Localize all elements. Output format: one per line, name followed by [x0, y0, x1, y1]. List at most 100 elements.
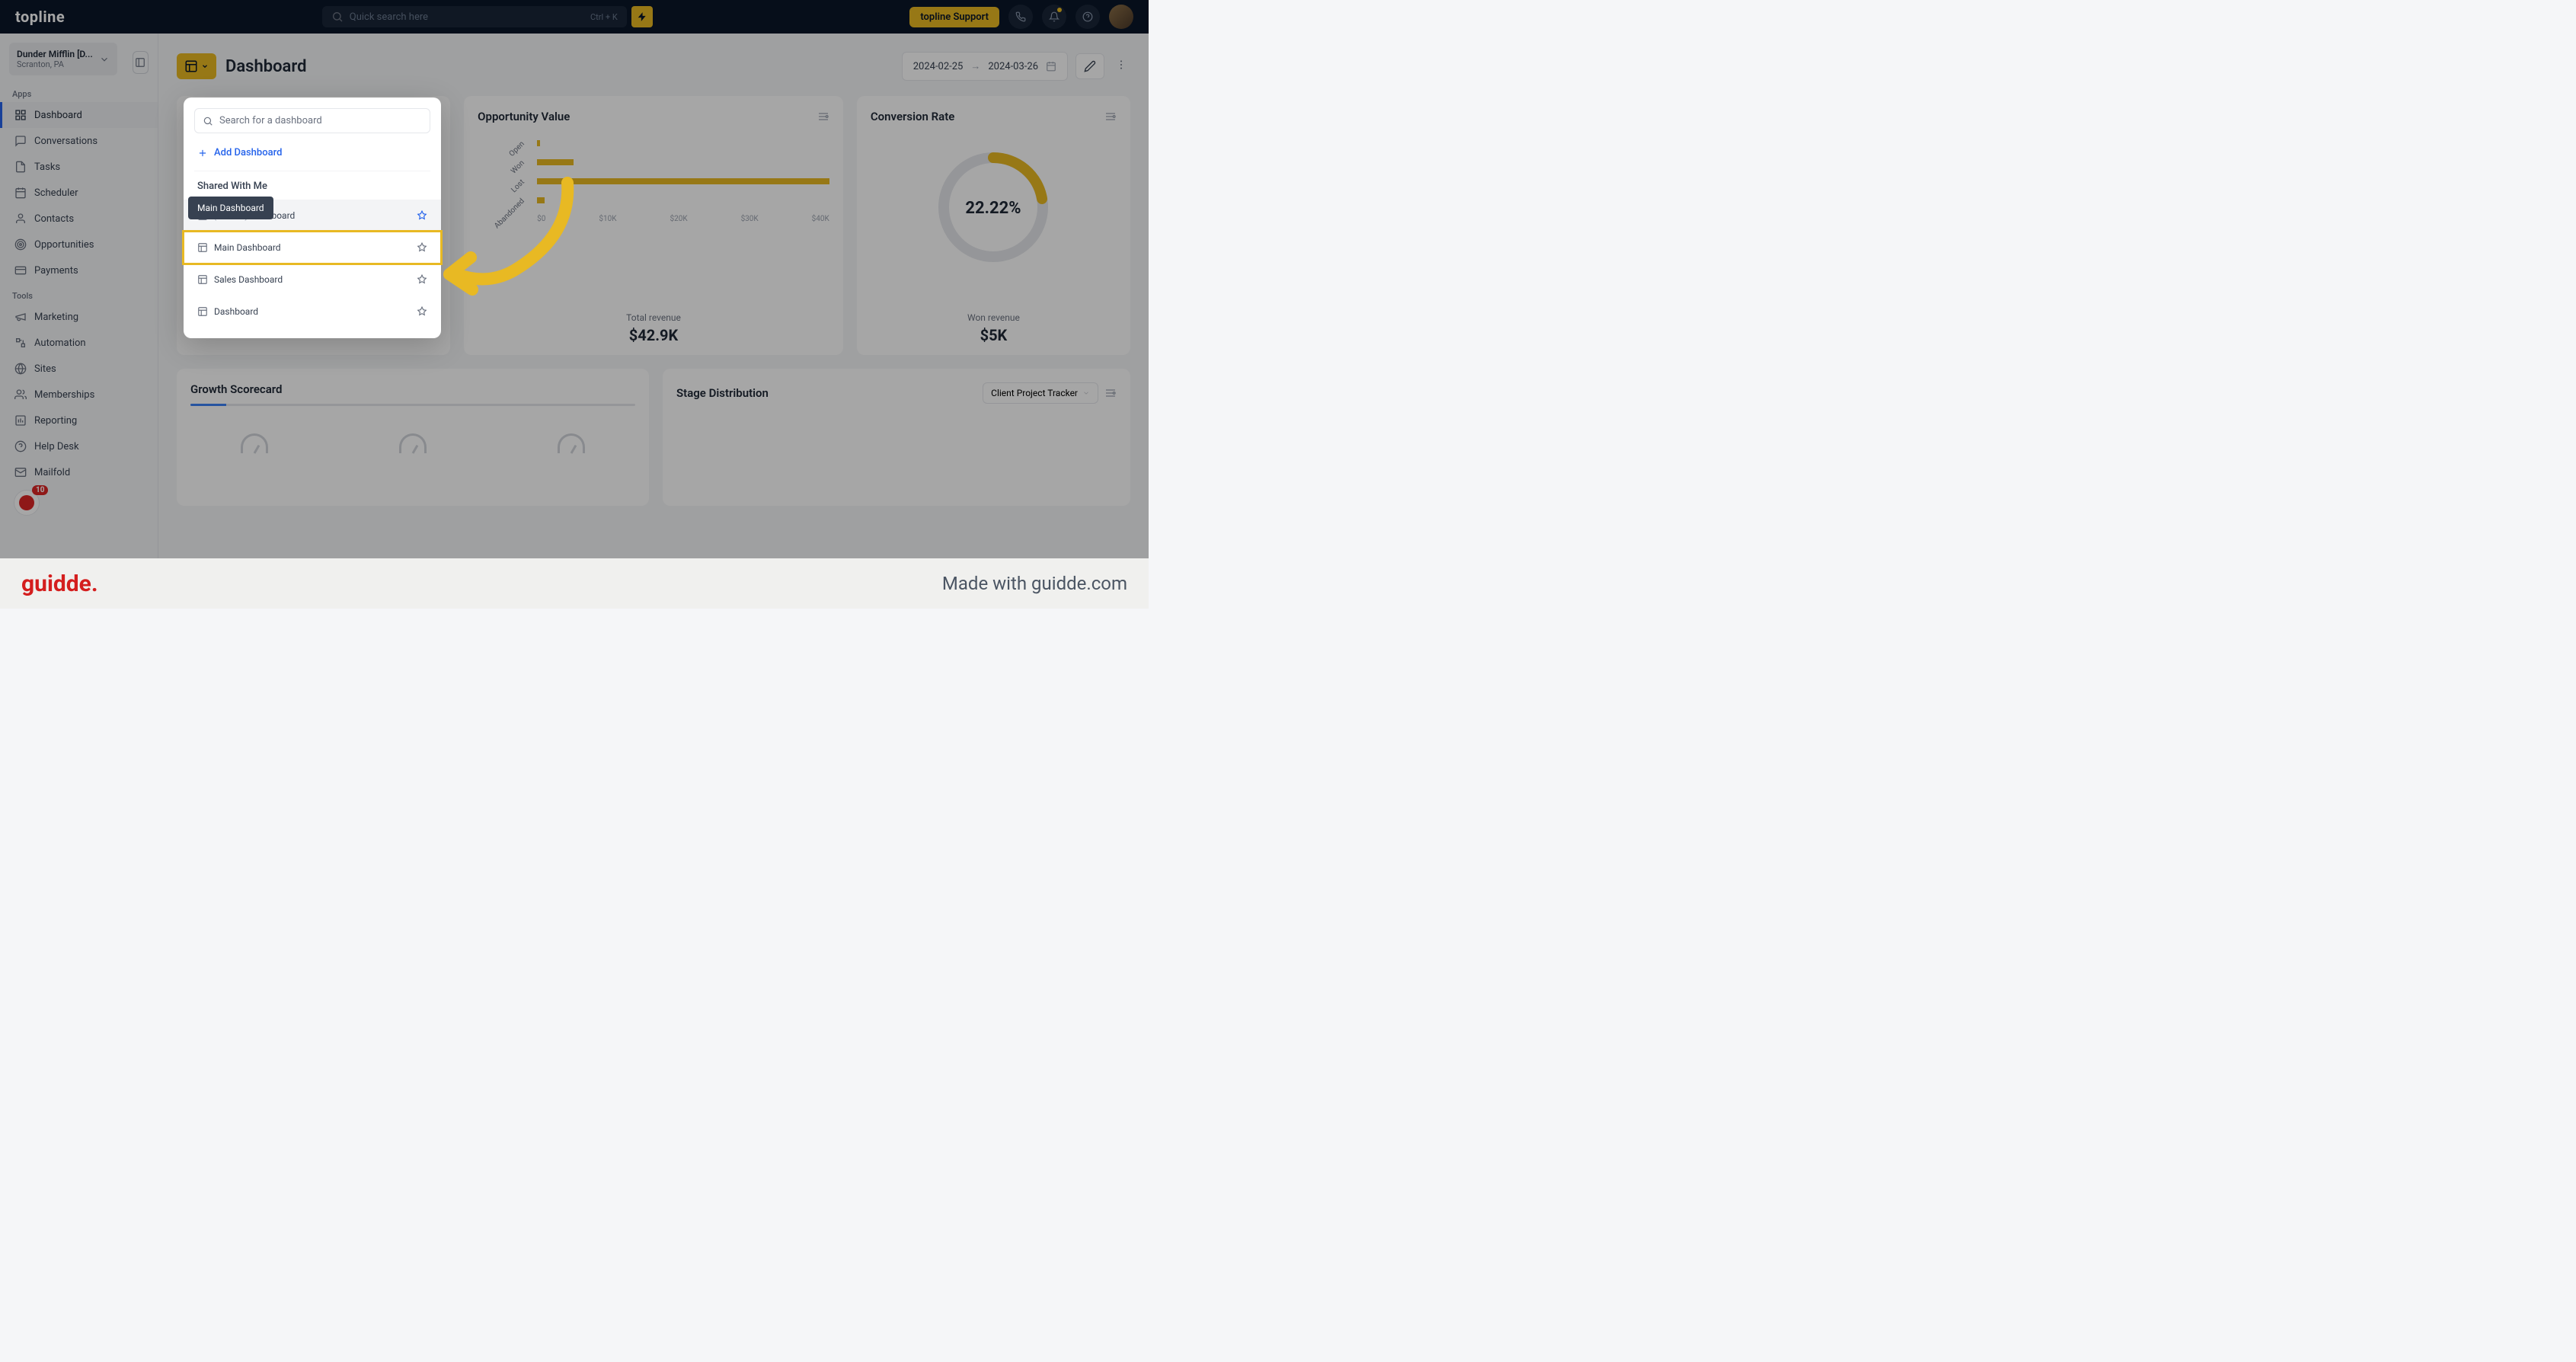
date-range-picker[interactable]: 2024-02-25 → 2024-03-26 — [902, 52, 1068, 81]
global-search[interactable]: Quick search here Ctrl + K — [322, 6, 627, 27]
phone-button[interactable] — [1008, 5, 1033, 29]
add-dashboard-button[interactable]: Add Dashboard — [184, 141, 441, 165]
org-switcher[interactable]: Dunder Mifflin [D... Scranton, PA — [9, 43, 117, 75]
date-from: 2024-02-25 — [913, 61, 964, 72]
axis-tick: $40K — [812, 215, 829, 223]
settings-icon[interactable] — [1104, 387, 1117, 399]
header-right: 2024-02-25 → 2024-03-26 — [902, 52, 1130, 81]
pin-icon[interactable] — [417, 242, 427, 253]
dropdown-item-3[interactable]: Dashboard — [184, 296, 441, 328]
dropdown-search[interactable]: Search for a dashboard — [194, 108, 430, 133]
topbar: topline Quick search here Ctrl + K topli… — [0, 0, 1149, 34]
metric-value: $5K — [857, 326, 1130, 344]
nav-dashboard[interactable]: Dashboard — [0, 102, 158, 128]
gauge-placeholder — [558, 433, 585, 453]
help-button[interactable] — [1075, 5, 1100, 29]
user-avatar[interactable] — [1109, 5, 1133, 29]
nav-automation[interactable]: Automation — [0, 330, 158, 356]
nav-tasks[interactable]: Tasks — [0, 154, 158, 180]
pencil-icon — [1084, 60, 1096, 72]
main-header: Dashboard 2024-02-25 → 2024-03-26 — [177, 52, 1130, 81]
settings-icon[interactable] — [1104, 110, 1117, 123]
layout-icon — [184, 59, 198, 73]
chat-badge: 10 — [32, 485, 48, 495]
bar-row: Open — [478, 139, 829, 147]
chevron-down-icon — [1082, 389, 1090, 397]
topbar-center: Quick search here Ctrl + K — [77, 6, 897, 27]
card-head: Opportunity Value — [478, 110, 829, 123]
dropdown-item-0[interactable]: (Default) DashboardMain Dashboard — [184, 200, 441, 232]
nav-sites[interactable]: Sites — [0, 356, 158, 382]
nav-scheduler[interactable]: Scheduler — [0, 180, 158, 206]
edit-button[interactable] — [1075, 53, 1104, 79]
calendar-icon — [14, 187, 27, 199]
conversion-card: Conversion Rate 22.22% Won revenue $5K — [857, 96, 1130, 355]
support-button[interactable]: topline Support — [909, 7, 999, 27]
doc-icon — [14, 161, 27, 173]
nav-label: Scheduler — [34, 187, 78, 199]
search-icon — [203, 116, 213, 126]
tracker-select[interactable]: Client Project Tracker — [983, 382, 1098, 404]
more-button[interactable] — [1112, 54, 1130, 78]
nav-payments[interactable]: Payments — [0, 257, 158, 283]
dropdown-item-2[interactable]: Sales Dashboard — [184, 264, 441, 296]
opportunity-chart: OpenWonLostAbandoned$0$10K$20K$30K$40K — [478, 139, 829, 223]
card-icon — [14, 264, 27, 277]
dropdown-search-placeholder: Search for a dashboard — [219, 115, 322, 126]
cards-row-2: Growth Scorecard Stage Distribution Clie… — [177, 369, 1130, 506]
bar-track — [537, 159, 829, 165]
chevron-down-icon — [201, 62, 209, 70]
report-icon — [14, 414, 27, 427]
progress-fill — [190, 404, 226, 406]
grid-icon — [14, 109, 27, 121]
page-title: Dashboard — [225, 57, 306, 76]
dd-label: Sales Dashboard — [214, 274, 283, 285]
nav-marketing[interactable]: Marketing — [0, 304, 158, 330]
app-shell: topline Quick search here Ctrl + K topli… — [0, 0, 1149, 609]
progress-bar — [190, 404, 635, 406]
nav-contacts[interactable]: Contacts — [0, 206, 158, 232]
nav-reporting[interactable]: Reporting — [0, 408, 158, 433]
nav-help-desk[interactable]: Help Desk — [0, 433, 158, 459]
panel-toggle[interactable] — [133, 51, 149, 74]
nav-label: Dashboard — [34, 110, 82, 121]
user-icon — [14, 213, 27, 225]
brand-text: topline — [15, 8, 65, 26]
notification-button[interactable] — [1042, 5, 1066, 29]
bar-fill — [537, 178, 829, 184]
bar-fill — [537, 197, 545, 203]
axis-tick: $0 — [537, 215, 545, 223]
nav-conversations[interactable]: Conversations — [0, 128, 158, 154]
settings-icon[interactable] — [817, 110, 829, 123]
metric-label: Won revenue — [857, 312, 1130, 323]
nav-label: Marketing — [34, 312, 78, 323]
nav-label: Tasks — [34, 161, 60, 173]
pin-icon[interactable] — [417, 274, 427, 285]
chat-icon — [14, 135, 27, 147]
nav-memberships[interactable]: Memberships — [0, 382, 158, 408]
globe-icon — [14, 363, 27, 375]
nav-mailfold[interactable]: Mailfold — [0, 459, 158, 485]
metric-footer: Total revenue $42.9K — [464, 312, 843, 344]
arrow-right-icon: → — [970, 60, 980, 72]
section-apps: Apps — [0, 82, 158, 102]
card-head: Stage Distribution Client Project Tracke… — [676, 382, 1117, 404]
nav-label: Mailfold — [34, 467, 70, 478]
dashboard-picker-button[interactable] — [177, 53, 216, 79]
quick-action-button[interactable] — [631, 6, 653, 27]
search-icon — [331, 11, 344, 23]
dropdown-item-1[interactable]: Main Dashboard — [184, 232, 441, 264]
card-title: Conversion Rate — [871, 110, 954, 123]
sidebar: Dunder Mifflin [D... Scranton, PA Apps D… — [0, 34, 158, 609]
pin-icon[interactable] — [417, 210, 427, 221]
brand-logo: topline — [15, 8, 65, 26]
bolt-icon — [637, 11, 647, 22]
axis-tick: $30K — [741, 215, 759, 223]
org-text: Dunder Mifflin [D... Scranton, PA — [17, 49, 93, 69]
nav-opportunities[interactable]: Opportunities — [0, 232, 158, 257]
card-title: Opportunity Value — [478, 110, 570, 123]
donut-value: 22.22% — [966, 199, 1021, 218]
bar-track — [537, 140, 829, 146]
search-placeholder: Quick search here — [350, 11, 584, 23]
pin-icon[interactable] — [417, 306, 427, 317]
